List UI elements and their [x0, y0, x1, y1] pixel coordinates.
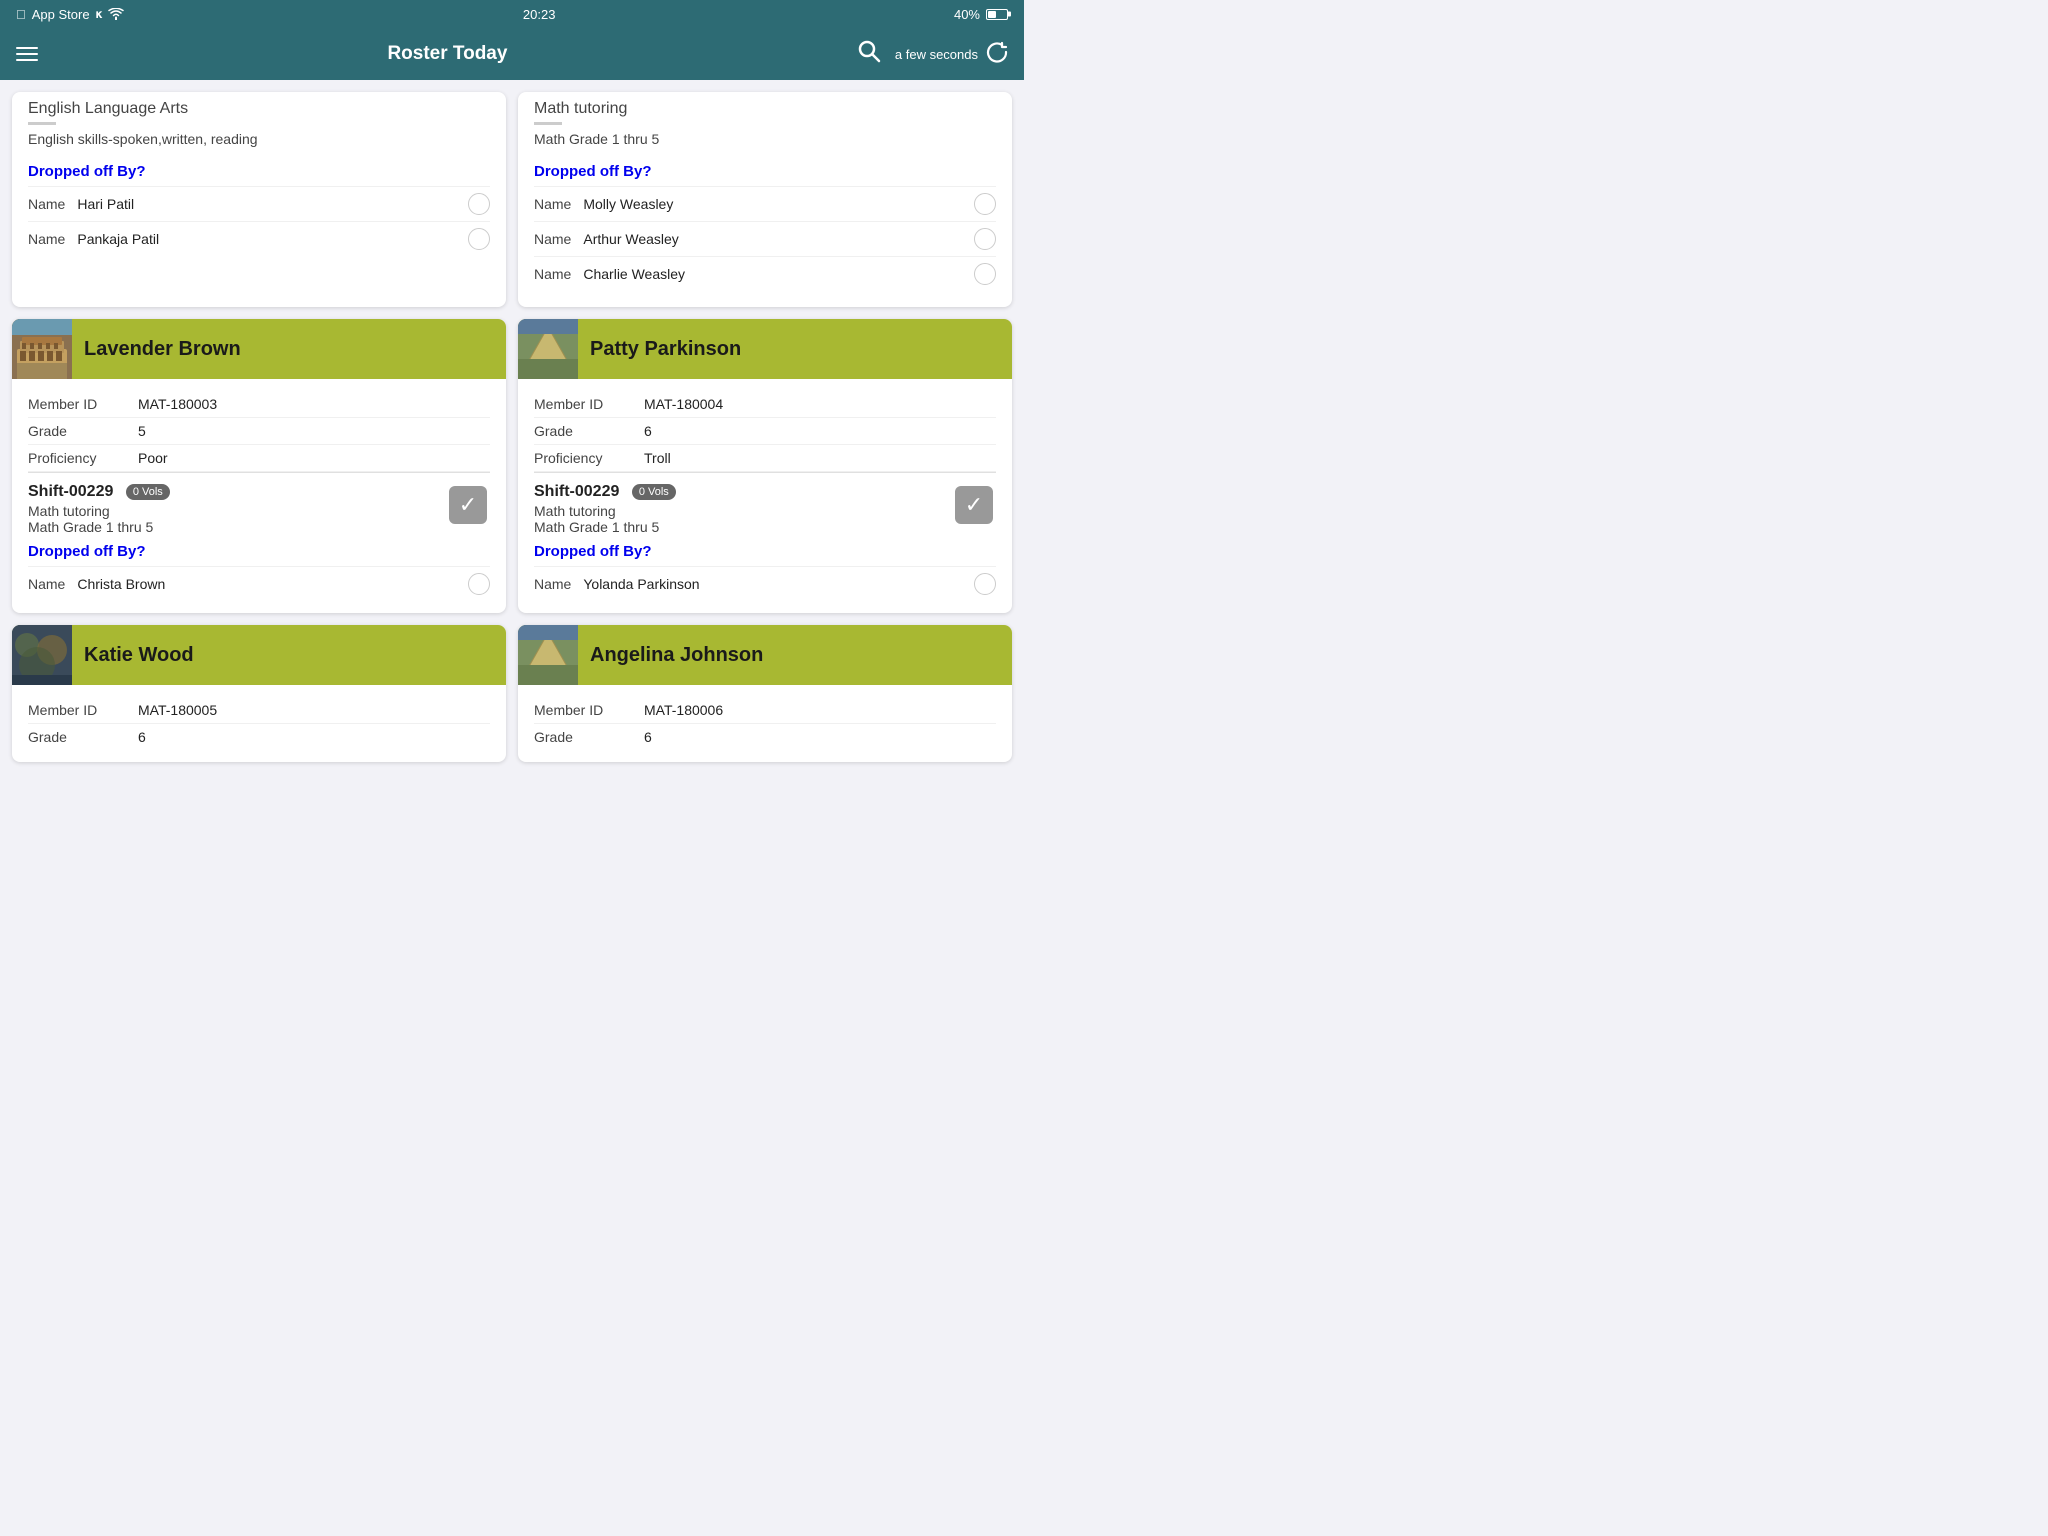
- refresh-button[interactable]: [986, 41, 1008, 68]
- shift-section-patty: Shift-00229 0 Vols Math tutoring Math Gr…: [534, 472, 996, 601]
- student-image-angelina: [518, 625, 578, 685]
- radio-arthur-weasley[interactable]: [974, 228, 996, 250]
- student-image-katie: [12, 625, 72, 685]
- student-card-angelina-johnson: Angelina Johnson Member ID MAT-180006 Gr…: [518, 625, 1012, 762]
- radio-molly-weasley[interactable]: [974, 193, 996, 215]
- proficiency-row: Proficiency Troll: [534, 445, 996, 472]
- partial-separator: [534, 122, 562, 125]
- student-name-angelina: Angelina Johnson: [578, 644, 775, 667]
- card-body-katie: Member ID MAT-180005 Grade 6: [12, 685, 506, 762]
- shift-checkbox-lavender[interactable]: ✓: [446, 483, 490, 527]
- partial-right-desc: Math Grade 1 thru 5: [534, 131, 996, 147]
- shift-row: Shift-00229 0 Vols Math tutoring Math Gr…: [534, 483, 996, 535]
- main-content: English Language Arts English skills-spo…: [0, 80, 1024, 774]
- checked-icon: ✓: [955, 486, 993, 524]
- radio-yolanda-parkinson[interactable]: [974, 573, 996, 595]
- refresh-area: a few seconds: [895, 41, 1008, 68]
- partial-right-subject: Math tutoring: [534, 100, 996, 118]
- partial-left-desc: English skills-spoken,written, reading: [28, 131, 490, 147]
- radio-christa-brown[interactable]: [468, 573, 490, 595]
- shift-grade: Math Grade 1 thru 5: [534, 519, 952, 535]
- vols-badge: 0 Vols: [632, 484, 676, 500]
- apple-icon: : [16, 7, 26, 22]
- student-card-lavender-brown: Lavender Brown Member ID MAT-180003 Grad…: [12, 319, 506, 613]
- shift-section-lavender: Shift-00229 0 Vols Math tutoring Math Gr…: [28, 472, 490, 601]
- card-header-katie: Katie Wood: [12, 625, 506, 685]
- wifi-icon-svg: [108, 8, 124, 20]
- nav-bar: Roster Today a few seconds: [0, 28, 1024, 80]
- name-row-patty: Name Yolanda Parkinson: [534, 566, 996, 601]
- status-right: 40%: [954, 7, 1008, 22]
- wifi-icon: 𝛋︎: [96, 7, 103, 22]
- student-card-katie-wood: Katie Wood Member ID MAT-180005 Grade 6: [12, 625, 506, 762]
- status-left:  App Store 𝛋︎: [16, 7, 124, 22]
- card-header-lavender: Lavender Brown: [12, 319, 506, 379]
- shift-info: Shift-00229 0 Vols Math tutoring Math Gr…: [28, 483, 446, 535]
- battery-icon: [986, 9, 1008, 20]
- name-row: Name Hari Patil: [28, 186, 490, 221]
- student-name-lavender: Lavender Brown: [72, 338, 253, 361]
- app-store-label: App Store: [32, 7, 90, 22]
- dropped-by-label-patty: Dropped off By?: [534, 543, 996, 560]
- shift-row: Shift-00229 0 Vols Math tutoring Math Gr…: [28, 483, 490, 535]
- grade-row: Grade 5: [28, 418, 490, 445]
- member-id-row: Member ID MAT-180003: [28, 391, 490, 418]
- shift-subject: Math tutoring: [534, 503, 952, 519]
- status-bar:  App Store 𝛋︎ 20:23 40%: [0, 0, 1024, 28]
- dropped-by-label-partial-right: Dropped off By?: [534, 163, 996, 180]
- member-id-row: Member ID MAT-180005: [28, 697, 490, 724]
- card-header-angelina: Angelina Johnson: [518, 625, 1012, 685]
- name-row: Name Charlie Weasley: [534, 256, 996, 291]
- radio-charlie-weasley[interactable]: [974, 263, 996, 285]
- status-time: 20:23: [523, 7, 556, 22]
- member-id-row: Member ID MAT-180004: [534, 391, 996, 418]
- dropped-by-label-lavender: Dropped off By?: [28, 543, 490, 560]
- partial-separator: [28, 122, 56, 125]
- name-row: Name Arthur Weasley: [534, 221, 996, 256]
- member-id-row: Member ID MAT-180006: [534, 697, 996, 724]
- nav-title: Roster Today: [387, 43, 507, 65]
- name-row: Name Pankaja Patil: [28, 221, 490, 256]
- card-body-angelina: Member ID MAT-180006 Grade 6: [518, 685, 1012, 762]
- card-header-patty: Patty Parkinson: [518, 319, 1012, 379]
- card-body-lavender: Member ID MAT-180003 Grade 5 Proficiency…: [12, 379, 506, 613]
- search-button[interactable]: [857, 39, 881, 69]
- student-image-patty: [518, 319, 578, 379]
- shift-checkbox-patty[interactable]: ✓: [952, 483, 996, 527]
- nav-right: a few seconds: [857, 39, 1008, 69]
- name-row: Name Molly Weasley: [534, 186, 996, 221]
- radio-pankaja-patil[interactable]: [468, 228, 490, 250]
- name-row-lavender: Name Christa Brown: [28, 566, 490, 601]
- refresh-time-label: a few seconds: [895, 47, 978, 62]
- partial-left-subject: English Language Arts: [28, 100, 490, 118]
- battery-percent: 40%: [954, 7, 980, 22]
- student-name-patty: Patty Parkinson: [578, 338, 753, 361]
- shift-id: Shift-00229 0 Vols: [534, 483, 952, 501]
- checked-icon: ✓: [449, 486, 487, 524]
- grade-row: Grade 6: [534, 418, 996, 445]
- shift-subject: Math tutoring: [28, 503, 446, 519]
- hamburger-menu-button[interactable]: [16, 47, 38, 61]
- grade-row: Grade 6: [534, 724, 996, 750]
- grade-row: Grade 6: [28, 724, 490, 750]
- student-image-lavender: [12, 319, 72, 379]
- vols-badge: 0 Vols: [126, 484, 170, 500]
- proficiency-row: Proficiency Poor: [28, 445, 490, 472]
- student-card-patty-parkinson: Patty Parkinson Member ID MAT-180004 Gra…: [518, 319, 1012, 613]
- student-name-katie: Katie Wood: [72, 644, 206, 667]
- radio-hari-patil[interactable]: [468, 193, 490, 215]
- card-body-patty: Member ID MAT-180004 Grade 6 Proficiency…: [518, 379, 1012, 613]
- shift-info: Shift-00229 0 Vols Math tutoring Math Gr…: [534, 483, 952, 535]
- shift-grade: Math Grade 1 thru 5: [28, 519, 446, 535]
- shift-id: Shift-00229 0 Vols: [28, 483, 446, 501]
- partial-card-left: English Language Arts English skills-spo…: [12, 92, 506, 307]
- dropped-by-label-partial-left: Dropped off By?: [28, 163, 490, 180]
- partial-card-right: Math tutoring Math Grade 1 thru 5 Droppe…: [518, 92, 1012, 307]
